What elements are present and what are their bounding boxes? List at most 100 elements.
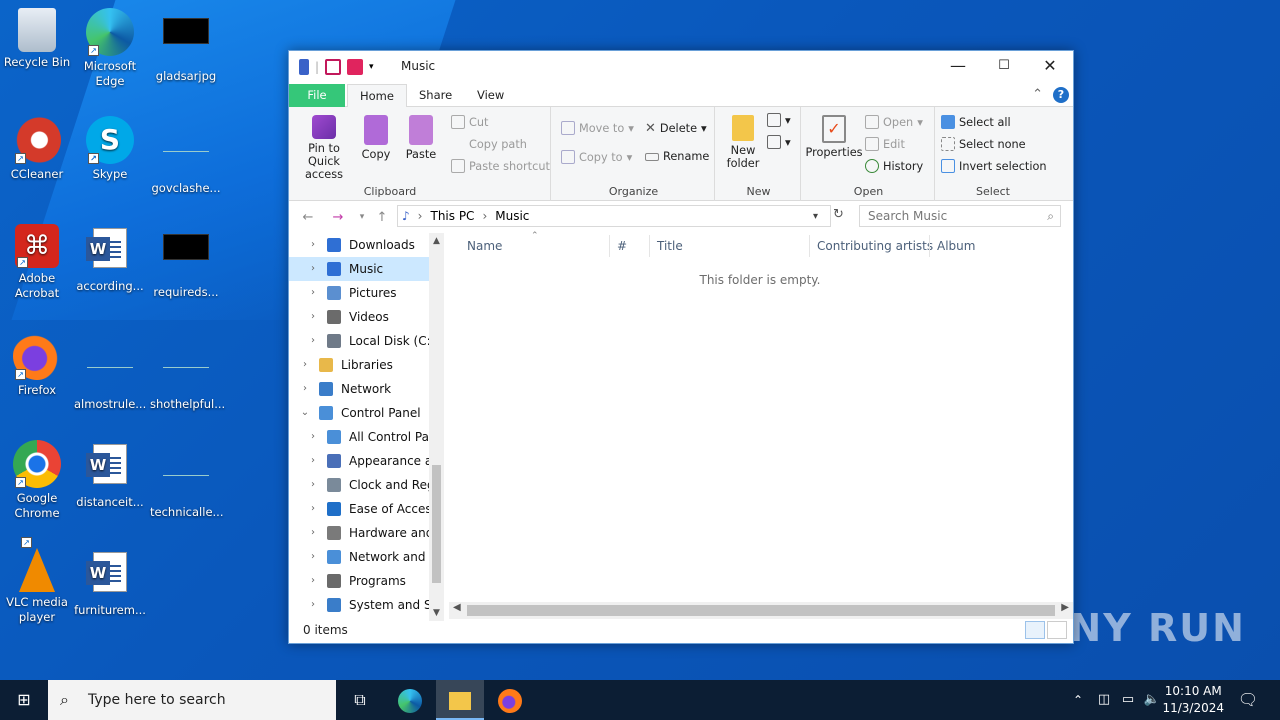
horizontal-scrollbar[interactable]: ◀ ▶	[449, 602, 1073, 619]
chevron-down-icon[interactable]: ⌄	[299, 401, 311, 425]
tree-item-libraries[interactable]: › Libraries	[289, 353, 429, 377]
address-dropdown-icon[interactable]: ▾	[813, 211, 818, 222]
select-all-button[interactable]: Select all	[941, 115, 1011, 129]
properties-button[interactable]: ✓ Properties	[805, 115, 863, 159]
tree-item-all-control-par[interactable]: › All Control Par	[289, 425, 429, 449]
paste-button[interactable]: Paste	[401, 115, 441, 161]
desktop-icon-ccleaner[interactable]: ↗ CCleaner	[1, 116, 73, 182]
copy-button[interactable]: Copy	[359, 115, 393, 161]
tree-item-local-disk-c[interactable]: › Local Disk (C:)	[289, 329, 429, 353]
help-icon[interactable]: ?	[1053, 87, 1069, 103]
close-button[interactable]: ✕	[1027, 51, 1073, 81]
chevron-right-icon[interactable]: ›	[307, 545, 319, 569]
tree-item-network-and-ir[interactable]: › Network and Ir	[289, 545, 429, 569]
pin-quick-access-button[interactable]: Pin to Quick access	[295, 115, 353, 181]
desktop-icon-microsoft-edge[interactable]: ↗ Microsoft Edge	[74, 8, 146, 89]
tab-home[interactable]: Home	[347, 84, 407, 108]
chevron-right-icon[interactable]: ›	[307, 569, 319, 593]
maximize-button[interactable]: ☐	[981, 51, 1027, 81]
desktop-icon-according[interactable]: according...	[74, 224, 146, 294]
chevron-right-icon[interactable]: ›	[307, 329, 319, 353]
tree-item-downloads[interactable]: › Downloads	[289, 233, 429, 257]
column-divider[interactable]	[929, 235, 930, 257]
properties-icon[interactable]	[325, 59, 342, 75]
column-title[interactable]: Title	[657, 239, 683, 253]
scrollbar-thumb[interactable]	[467, 605, 1055, 616]
copy-to-button[interactable]: Copy to ▾	[561, 150, 632, 164]
new-folder-icon[interactable]	[347, 59, 364, 75]
task-view-icon[interactable]: ⧉	[336, 680, 384, 720]
back-arrow-icon[interactable]: ←	[297, 210, 319, 225]
tree-item-control-panel[interactable]: ⌄ Control Panel	[289, 401, 429, 425]
desktop-icon-recycle-bin[interactable]: Recycle Bin	[1, 8, 73, 70]
invert-selection-button[interactable]: Invert selection	[941, 159, 1047, 173]
column-name[interactable]: Name	[467, 239, 502, 253]
chevron-right-icon[interactable]: ›	[307, 257, 319, 281]
desktop-icon-requireds[interactable]: requireds...	[150, 224, 222, 300]
tree-item-ease-of-access[interactable]: › Ease of Access	[289, 497, 429, 521]
desktop-icon-vlc[interactable]: ↗ VLC media player	[1, 537, 73, 625]
desktop-icon-furniturem[interactable]: furniturem...	[74, 548, 146, 618]
taskbar-edge-icon[interactable]	[386, 680, 434, 720]
column-album[interactable]: Album	[937, 239, 975, 253]
copy-path-button[interactable]: Copy path	[451, 137, 527, 151]
tree-item-programs[interactable]: › Programs	[289, 569, 429, 593]
desktop-icon-technicalle[interactable]: technicalle...	[150, 440, 223, 520]
taskbar-file-explorer-icon[interactable]	[436, 680, 484, 720]
history-button[interactable]: History	[865, 159, 923, 173]
tree-item-system-and-se[interactable]: › System and Se	[289, 593, 429, 617]
chevron-right-icon[interactable]: ›	[307, 473, 319, 497]
column-divider[interactable]	[809, 235, 810, 257]
details-view-icon[interactable]	[1025, 621, 1045, 639]
desktop-icon-google-chrome[interactable]: ↗ Google Chrome	[1, 440, 73, 521]
chevron-right-icon[interactable]: ›	[299, 353, 311, 377]
chevron-right-icon[interactable]: ›	[307, 233, 319, 257]
scroll-up-icon[interactable]: ▲	[429, 236, 444, 246]
breadcrumb-music[interactable]: Music	[495, 209, 529, 223]
chevron-right-icon[interactable]: ›	[307, 281, 319, 305]
chevron-right-icon[interactable]: ›	[307, 425, 319, 449]
tree-item-pictures[interactable]: › Pictures	[289, 281, 429, 305]
system-clock[interactable]: 10:10 AM 11/3/2024	[1162, 683, 1224, 717]
network-icon[interactable]: ▭	[1116, 680, 1140, 720]
tree-item-videos[interactable]: › Videos	[289, 305, 429, 329]
scroll-down-icon[interactable]: ▼	[429, 608, 444, 618]
refresh-icon[interactable]: ↻	[833, 207, 844, 222]
desktop-icon-almostrule[interactable]: almostrule...	[74, 332, 146, 412]
up-arrow-icon[interactable]: ↑	[371, 210, 393, 225]
move-to-button[interactable]: Move to ▾	[561, 121, 634, 135]
desktop-icon-distanceit[interactable]: distanceit...	[74, 440, 146, 510]
column-divider[interactable]	[609, 235, 610, 257]
volume-icon[interactable]: 🔈	[1140, 680, 1164, 720]
taskbar-search-box[interactable]: ⌕ Type here to search	[48, 680, 336, 720]
desktop-icon-firefox[interactable]: ↗ Firefox	[1, 332, 73, 398]
desktop-icon-adobe-acrobat[interactable]: ⌘ ↗ Adobe Acrobat	[1, 224, 73, 301]
breadcrumb-this-pc[interactable]: This PC	[430, 209, 474, 223]
forward-arrow-icon[interactable]: →	[327, 210, 349, 225]
chevron-right-icon[interactable]: ›	[299, 377, 311, 401]
delete-button[interactable]: ✕ Delete ▾	[645, 121, 707, 136]
scroll-left-icon[interactable]: ◀	[453, 602, 461, 613]
column-divider[interactable]	[649, 235, 650, 257]
scroll-right-icon[interactable]: ▶	[1061, 602, 1069, 613]
tab-view[interactable]: View	[465, 84, 516, 107]
tree-item-music[interactable]: › Music	[289, 257, 429, 281]
notifications-icon[interactable]: 🗨	[1226, 680, 1270, 720]
tree-item-network[interactable]: › Network	[289, 377, 429, 401]
large-icons-view-icon[interactable]	[1047, 621, 1067, 639]
start-windows-icon[interactable]: ⊞	[0, 680, 48, 720]
open-button[interactable]: Open ▾	[865, 115, 923, 129]
column-contributing-artists[interactable]: Contributing artists	[817, 239, 933, 253]
desktop-icon-gladsarjpg[interactable]: gladsarjpg	[150, 8, 222, 84]
chevron-down-icon[interactable]: ▾	[369, 62, 374, 72]
tab-file[interactable]: File	[289, 84, 345, 107]
paste-shortcut-button[interactable]: Paste shortcut	[451, 159, 550, 173]
chevron-right-icon[interactable]: ›	[307, 497, 319, 521]
desktop-icon-shothelpful[interactable]: shothelpful...	[150, 332, 225, 412]
minimize-button[interactable]: —	[935, 51, 981, 81]
desktop-icon-govclashe[interactable]: govclashe...	[150, 116, 222, 196]
collapse-ribbon-icon[interactable]: ⌃	[1032, 87, 1043, 102]
chevron-right-icon[interactable]: ›	[307, 449, 319, 473]
new-folder-button[interactable]: New folder	[721, 115, 765, 170]
cut-button[interactable]: Cut	[451, 115, 488, 129]
